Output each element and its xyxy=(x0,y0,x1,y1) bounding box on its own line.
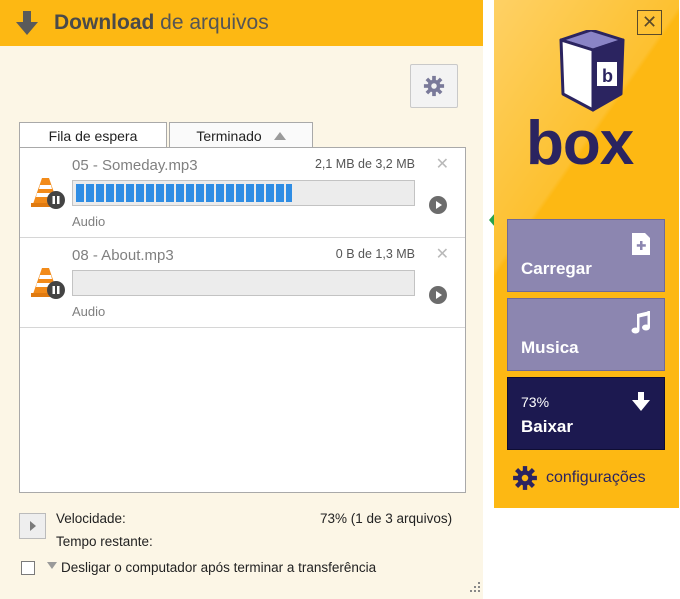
file-type: Audio xyxy=(72,304,106,319)
box-sidebar: ✕ b box Carregar Musica 73% Baixar confi… xyxy=(494,0,679,508)
tab-finished[interactable]: Terminado xyxy=(169,122,313,148)
close-icon[interactable]: ✕ xyxy=(436,244,449,263)
file-size: 2,1 MB de 3,2 MB xyxy=(314,157,415,171)
progress-bar xyxy=(72,270,415,296)
music-button[interactable]: Musica xyxy=(507,298,665,371)
vlc-cone-icon xyxy=(31,268,65,299)
overall-progress: 73% (1 de 3 arquivos) xyxy=(320,511,453,526)
resize-grip[interactable] xyxy=(468,580,482,594)
window-header: Download de arquivos xyxy=(0,0,483,46)
download-item[interactable]: 08 - About.mp3 0 B de 1,3 MB ✕ Audio xyxy=(20,238,465,328)
shutdown-label: Desligar o computador após terminar a tr… xyxy=(61,560,377,575)
music-note-icon xyxy=(631,311,650,334)
start-all-button[interactable] xyxy=(19,513,46,539)
download-arrow-icon xyxy=(632,392,650,411)
settings-link[interactable]: configurações xyxy=(512,465,646,491)
title-rest: de arquivos xyxy=(160,11,269,34)
gear-icon xyxy=(423,75,445,97)
file-type: Audio xyxy=(72,214,106,229)
vlc-cone-icon xyxy=(31,178,65,209)
file-name: 08 - About.mp3 xyxy=(72,247,174,264)
shutdown-checkbox[interactable] xyxy=(21,561,35,575)
download-percent: 73% xyxy=(521,394,550,410)
file-add-icon xyxy=(632,233,650,255)
download-window: Download de arquivos Fila de espera Term… xyxy=(0,0,483,599)
download-button[interactable]: 73% Baixar xyxy=(507,377,665,450)
box-logo-text: box xyxy=(526,109,634,178)
close-icon[interactable]: ✕ xyxy=(436,154,449,173)
music-label: Musica xyxy=(521,338,579,357)
svg-text:b: b xyxy=(602,66,613,86)
download-item[interactable]: 05 - Someday.mp3 2,1 MB de 3,2 MB ✕ Audi… xyxy=(20,148,465,238)
play-icon[interactable] xyxy=(429,196,447,214)
progress-fill xyxy=(76,184,292,202)
gear-icon xyxy=(513,466,537,490)
window-title: Download de arquivos xyxy=(54,11,269,35)
time-remaining-label: Tempo restante: xyxy=(56,534,153,549)
chevron-down-icon xyxy=(47,562,57,569)
speed-label: Velocidade: xyxy=(56,511,126,526)
tab-queue[interactable]: Fila de espera xyxy=(19,122,167,148)
progress-bar xyxy=(72,180,415,206)
box-logo-icon: b xyxy=(559,30,625,112)
file-size: 0 B de 1,3 MB xyxy=(335,247,415,261)
close-icon[interactable]: ✕ xyxy=(637,10,662,35)
file-name: 05 - Someday.mp3 xyxy=(72,157,198,174)
settings-button[interactable] xyxy=(410,64,458,108)
title-bold: Download xyxy=(54,11,155,34)
sort-up-icon[interactable] xyxy=(273,131,286,140)
download-arrow-icon xyxy=(16,11,38,35)
download-label: Baixar xyxy=(521,417,573,436)
tab-finished-label: Terminado xyxy=(196,127,262,144)
upload-button[interactable]: Carregar xyxy=(507,219,665,292)
upload-label: Carregar xyxy=(521,259,592,278)
download-list: 05 - Someday.mp3 2,1 MB de 3,2 MB ✕ Audi… xyxy=(19,147,466,493)
tab-queue-label: Fila de espera xyxy=(48,127,138,144)
settings-label: configurações xyxy=(546,469,646,486)
play-icon[interactable] xyxy=(429,286,447,304)
